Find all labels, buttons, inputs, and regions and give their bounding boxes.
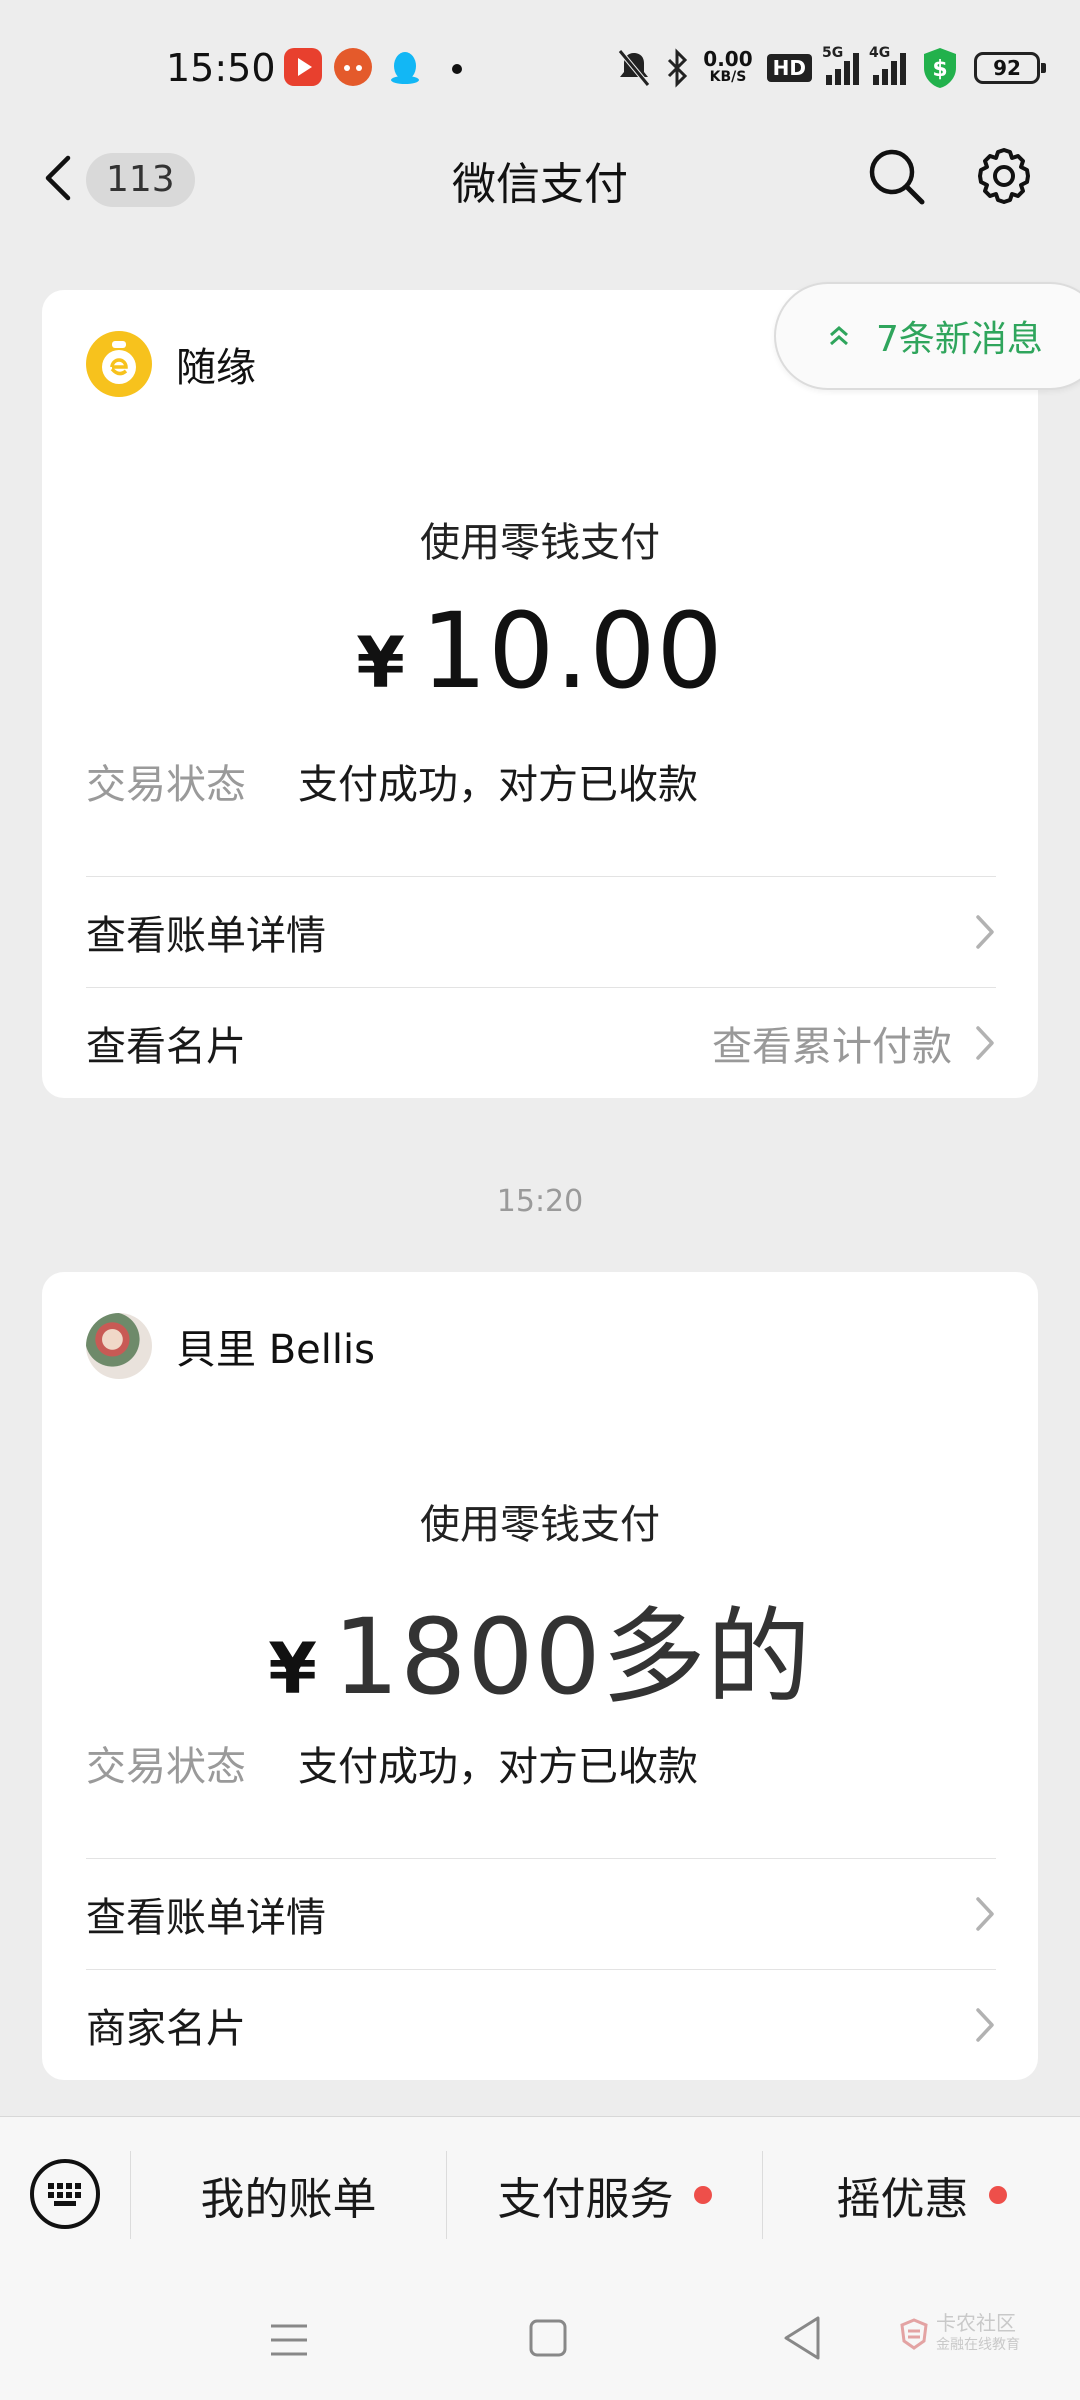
- merchant-name: 貝里 Bellis: [176, 1327, 375, 1373]
- payment-method: 使用零钱支付: [420, 520, 660, 566]
- svg-text:$: $: [932, 57, 947, 82]
- security-shield-icon: $: [924, 48, 956, 88]
- view-bill-details-row[interactable]: 查看账单详情: [86, 877, 996, 987]
- view-business-card-row[interactable]: 查看名片 查看累计付款: [86, 988, 996, 1098]
- currency-symbol: ¥: [268, 1628, 318, 1710]
- transaction-status: 交易状态 支付成功，对方已收款: [86, 752, 698, 810]
- double-chevron-up-icon: [830, 326, 848, 346]
- card-header[interactable]: 随缘: [86, 330, 256, 398]
- system-back-icon[interactable]: [782, 2314, 822, 2362]
- chevron-right-icon: [976, 915, 994, 949]
- row-label: 商家名片: [86, 2006, 246, 2052]
- row-label: 查看账单详情: [86, 1895, 326, 1941]
- system-nav-bar: 卡农社区 金融在线教育: [0, 2276, 1080, 2400]
- qq-icon: [386, 48, 424, 86]
- chat-app-icon: [334, 48, 372, 86]
- watermark-logo-icon: [900, 2318, 928, 2350]
- new-messages-label: 7条新消息: [876, 319, 1043, 360]
- nav-bar: 113 微信支付: [0, 120, 1080, 236]
- merchant-name: 随缘: [176, 345, 256, 391]
- recent-apps-icon[interactable]: [268, 2320, 310, 2360]
- video-app-icon: [284, 48, 322, 86]
- card-header[interactable]: 貝里 Bellis: [86, 1312, 375, 1380]
- status-value: 支付成功，对方已收款: [298, 1744, 698, 1790]
- currency-symbol: ¥: [356, 622, 405, 704]
- search-icon[interactable]: [866, 146, 928, 208]
- menu-payment-services[interactable]: 支付服务: [447, 2147, 762, 2243]
- bluetooth-icon: [668, 48, 688, 88]
- notification-dot: [988, 2186, 1007, 2204]
- status-value: 支付成功，对方已收款: [298, 762, 698, 808]
- status-icons: 0.00 KB/S HD 5G 4G $ 92: [617, 45, 1046, 90]
- transaction-status: 交易状态 支付成功，对方已收款: [86, 1734, 698, 1792]
- payment-amount: ¥ 1800多的: [42, 1572, 1038, 1723]
- row-label: 查看名片: [86, 1024, 246, 1070]
- signal-4g-icon: 4G: [869, 45, 906, 85]
- mute-bell-icon: [618, 49, 651, 87]
- view-bill-details-row[interactable]: 查看账单详情: [86, 1859, 996, 1969]
- bottom-menu: 我的账单 支付服务 摇优惠: [0, 2116, 1080, 2276]
- status-label: 交易状态: [86, 1744, 246, 1790]
- signal-5g-icon: 5G: [822, 45, 859, 85]
- battery-indicator: 92: [974, 52, 1046, 84]
- chevron-right-icon: [976, 2008, 994, 2042]
- chevron-right-icon: [976, 1897, 994, 1931]
- status-label: 交易状态: [86, 762, 246, 808]
- notification-dot: [693, 2186, 712, 2204]
- home-icon[interactable]: [528, 2318, 568, 2358]
- network-speed: 0.00 KB/S: [703, 47, 753, 85]
- wechat-pay-screen: 15:50 0.00 KB/S HD 5G 4G $ 92 113 微信支付 随…: [0, 0, 1080, 2400]
- cumulative-payment-link[interactable]: 查看累计付款: [712, 1014, 952, 1072]
- row-label: 查看账单详情: [86, 913, 326, 959]
- new-messages-button[interactable]: 7条新消息: [774, 282, 1080, 390]
- menu-my-bills[interactable]: 我的账单: [131, 2147, 446, 2243]
- amount-value: 1800多的: [333, 1596, 812, 1718]
- amount-value: 10.00: [420, 590, 724, 712]
- payment-method: 使用零钱支付: [420, 1502, 660, 1548]
- chevron-right-icon: [976, 1026, 994, 1060]
- status-time: 15:50: [166, 46, 276, 90]
- menu-shake-deals[interactable]: 摇优惠: [763, 2147, 1080, 2243]
- payment-card: 随缘 使用零钱支付 ¥ 10.00 交易状态 支付成功，对方已收款 查看账单详情…: [42, 290, 1038, 1098]
- message-timestamp: 15:20: [496, 1184, 584, 1219]
- merchant-card-row[interactable]: 商家名片: [86, 1970, 996, 2080]
- watermark: 卡农社区 金融在线教育: [896, 2312, 1020, 2356]
- notification-dot: [452, 64, 462, 74]
- keyboard-icon[interactable]: [28, 2157, 102, 2231]
- payment-card: 貝里 Bellis 使用零钱支付 ¥ 1800多的 交易状态 支付成功，对方已收…: [42, 1272, 1038, 2080]
- payment-amount: ¥ 10.00: [42, 590, 1038, 712]
- merchant-avatar: [86, 1313, 152, 1379]
- merchant-avatar: [86, 331, 152, 397]
- gear-icon[interactable]: [972, 144, 1036, 208]
- status-bar: 15:50 0.00 KB/S HD 5G 4G $ 92: [0, 0, 1080, 140]
- hd-badge: HD: [766, 54, 812, 82]
